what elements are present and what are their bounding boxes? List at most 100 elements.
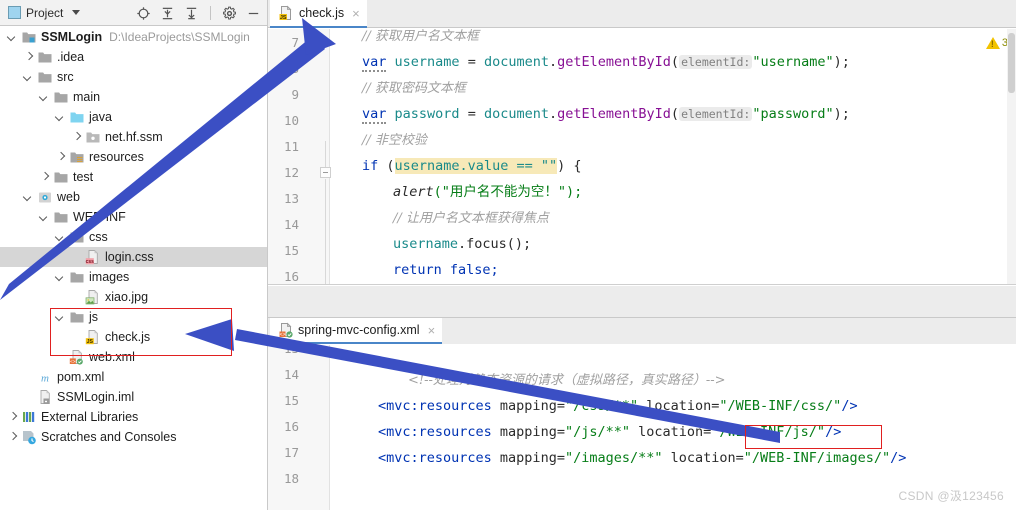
libraries-icon [23, 412, 35, 422]
xml-comment: <!--处理对静态资源的请求（虚拟路径，真实路径）--> [408, 373, 726, 388]
tree-item-main[interactable]: main [0, 87, 267, 107]
chevron-down-icon[interactable] [56, 112, 66, 122]
editor-splitter[interactable] [268, 286, 1016, 318]
parameter-hint: elementId: [679, 107, 753, 121]
highlighted-expression: username.value == "" [394, 158, 558, 174]
folder-icon [54, 212, 68, 223]
code-line-10: var password = document.getElementById(e… [362, 101, 850, 127]
xml-value-location: "/WEB-INF/css/" [719, 398, 842, 414]
tree-item-scratches-and-consoles[interactable]: Scratches and Consoles [0, 427, 267, 447]
string-password: "password" [752, 106, 834, 122]
chevron-down-icon[interactable] [56, 272, 66, 282]
tree-item-css[interactable]: css [0, 227, 267, 247]
string-alert-message: ("用户名不能为空！"); [433, 184, 583, 200]
code-line-15-xml: <mvc:resources mapping="/css/**" locatio… [378, 393, 858, 419]
line-tail: ); [833, 54, 850, 70]
chevron-down-icon[interactable] [56, 232, 66, 242]
tree-item-net-hf-ssm[interactable]: net.hf.ssm [0, 127, 267, 147]
collapse-all-icon[interactable] [184, 6, 199, 21]
comment-token: // 获取用户名文本框 [362, 29, 479, 44]
chevron-right-icon[interactable] [40, 172, 50, 182]
expand-all-icon[interactable] [160, 6, 175, 21]
xml-attr-mapping: mapping= [491, 398, 565, 414]
chevron-down-icon[interactable] [24, 192, 34, 202]
locate-icon[interactable] [136, 6, 151, 21]
tree-item-pom-xml[interactable]: m pom.xml [0, 367, 267, 387]
xml-attr-location: location= [638, 398, 720, 414]
project-tree[interactable]: SSMLogin D:\IdeaProjects\SSMLogin .idea src… [0, 27, 267, 510]
tree-item-test[interactable]: test [0, 167, 267, 187]
svg-text:JS: JS [280, 15, 287, 21]
line-number: 15 [283, 243, 299, 258]
tree-item-images[interactable]: images [0, 267, 267, 287]
code-fold-marker[interactable] [320, 167, 331, 178]
method-getelementbyid: getElementById [557, 106, 671, 122]
scrollbar-thumb-top[interactable] [1008, 33, 1015, 93]
tree-item-external-libraries[interactable]: External Libraries [0, 407, 267, 427]
tree-item-login-css[interactable]: css login.css [0, 247, 267, 267]
code-editor-spring-mvc-config[interactable]: 13 14 15 16 17 18 <!--处理对静态资源的请求（虚拟路径，真实… [268, 345, 1016, 510]
close-icon[interactable]: × [352, 7, 360, 20]
tab-label: check.js [299, 6, 345, 20]
chevron-down-icon[interactable] [24, 72, 34, 82]
hide-panel-icon[interactable] [246, 6, 261, 21]
identifier-username: username [394, 54, 460, 70]
tree-item-label: test [73, 170, 94, 184]
chevron-down-icon[interactable] [8, 32, 18, 42]
js-location-highlight-box [745, 425, 882, 449]
code-line-14: // 让用户名文本框获得焦点 [393, 205, 549, 232]
xml-attr-mapping: mapping= [491, 450, 565, 466]
tree-item-web-inf[interactable]: WEB-INF [0, 207, 267, 227]
editor-tabstrip-bottom: <> spring-mvc-config.xml × [268, 318, 1016, 344]
comment-token: // 让用户名文本框获得焦点 [393, 211, 549, 226]
settings-gear-icon[interactable] [222, 6, 237, 21]
tree-item-label: net.hf.ssm [105, 130, 163, 144]
chevron-right-icon[interactable] [56, 152, 66, 162]
status-badge[interactable]: 3 [985, 37, 1008, 49]
module-folder-icon [22, 32, 36, 43]
chevron-right-icon[interactable] [72, 132, 82, 142]
tree-item-src[interactable]: src [0, 67, 267, 87]
brace-open: ) { [557, 158, 582, 174]
web-folder-icon [39, 192, 51, 203]
chevron-right-icon[interactable] [8, 432, 18, 442]
project-title-group[interactable]: Project [0, 6, 81, 20]
line-number: 9 [291, 87, 299, 102]
xml-attr-location: location= [629, 424, 712, 440]
line-number: 11 [283, 139, 299, 154]
xml-file-icon: <> [279, 322, 293, 338]
iml-file-icon [40, 390, 50, 404]
fold-line [325, 179, 326, 284]
svg-text:<>: <> [70, 359, 76, 364]
tree-item-label: SSMLogin.iml [57, 390, 135, 404]
tree-item-ssmlogin[interactable]: SSMLogin D:\IdeaProjects\SSMLogin [0, 27, 267, 47]
chevron-right-icon[interactable] [8, 412, 18, 422]
dropdown-caret-icon[interactable] [72, 10, 81, 15]
chevron-right-icon[interactable] [24, 52, 34, 62]
xml-tag: <mvc:resources [378, 398, 492, 414]
chevron-down-icon[interactable] [40, 212, 50, 222]
tree-item-ssmlogin-iml[interactable]: SSMLogin.iml [0, 387, 267, 407]
parameter-hint: elementId: [679, 55, 753, 69]
line-number: 16 [283, 269, 299, 284]
line-number: 14 [283, 367, 299, 382]
close-icon[interactable]: × [428, 324, 436, 337]
tab-spring-mvc-config-xml[interactable]: <> spring-mvc-config.xml × [270, 318, 443, 344]
tab-check-js[interactable]: JS check.js × [270, 0, 367, 28]
tree-item-resources[interactable]: resources [0, 147, 267, 167]
chevron-down-icon[interactable] [40, 92, 50, 102]
project-toolbar: Project [0, 0, 267, 26]
tree-item-path: D:\IdeaProjects\SSMLogin [109, 30, 250, 44]
identifier-document: document [483, 106, 549, 122]
tree-item-web[interactable]: web [0, 187, 267, 207]
tree-item-idea[interactable]: .idea [0, 47, 267, 67]
folder-icon [54, 172, 68, 183]
code-editor-check-js[interactable]: 7 8 9 10 11 12 13 14 15 16 // 获取用户名文本框 v… [268, 29, 1016, 285]
method-getelementbyid: getElementById [557, 54, 671, 70]
tree-item-xiao-jpg[interactable]: xiao.jpg [0, 287, 267, 307]
tree-item-java[interactable]: java [0, 107, 267, 127]
line-number: 13 [283, 191, 299, 206]
code-line-15: username.focus(); [393, 231, 531, 257]
scrollbar-track-top[interactable] [1007, 29, 1016, 284]
